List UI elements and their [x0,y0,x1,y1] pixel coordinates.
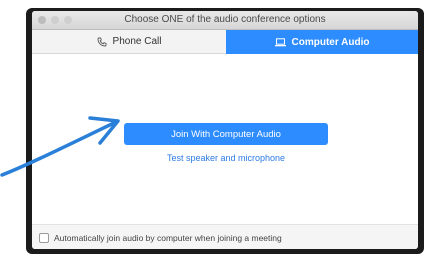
window-title: Choose ONE of the audio conference optio… [124,14,326,25]
auto-join-checkbox[interactable] [39,232,49,243]
monitor-icon [274,37,286,47]
annotation-arrow-icon [0,116,120,177]
tab-computer-audio-label: Computer Audio [291,36,370,48]
tab-computer-audio[interactable]: Computer Audio [226,30,418,54]
audio-option-tabs: Phone Call Computer Audio [32,30,418,54]
auto-join-label: Automatically join audio by computer whe… [54,232,282,243]
title-bar: Choose ONE of the audio conference optio… [32,11,418,30]
tab-phone-call[interactable]: Phone Call [32,30,226,54]
join-with-computer-audio-button[interactable]: Join With Computer Audio [124,123,328,145]
phone-icon [97,37,107,47]
test-speaker-microphone-link[interactable]: Test speaker and microphone [124,153,328,163]
tab-phone-call-label: Phone Call [112,36,162,47]
dialog-footer: Automatically join audio by computer whe… [32,224,418,249]
